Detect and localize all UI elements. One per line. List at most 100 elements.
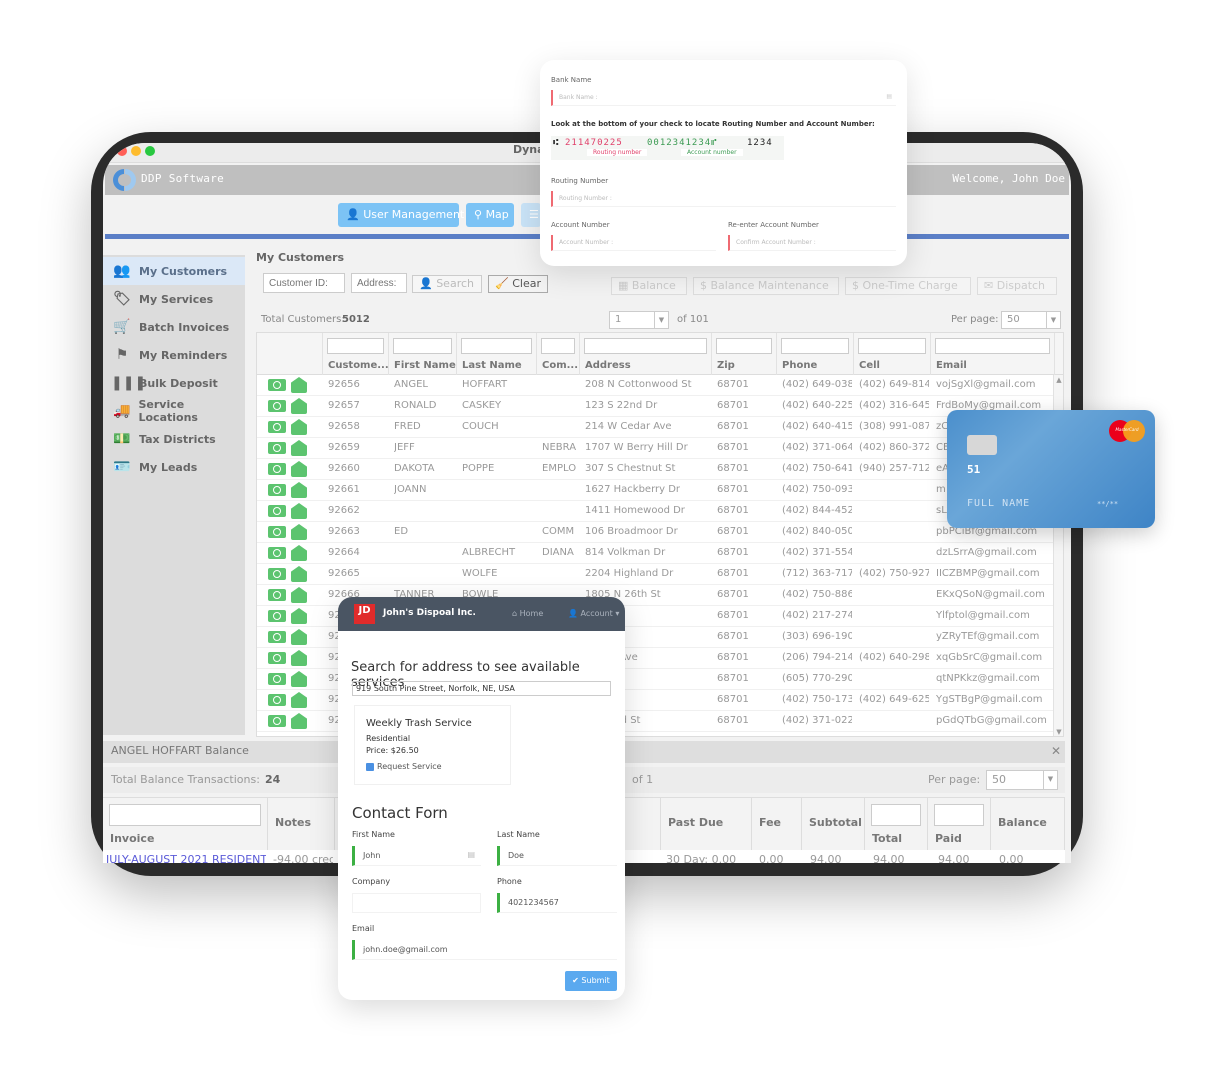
balance-button[interactable]: ▦ Balance: [611, 277, 687, 295]
table-row[interactable]: 92665 WOLFE 2204 Highland Dr 68701 (712) 363…: [257, 564, 1063, 585]
maximize-window-button[interactable]: [145, 146, 155, 156]
envelope-icon[interactable]: [291, 482, 307, 498]
column-filter-input[interactable]: [935, 338, 1050, 354]
email-input[interactable]: john.doe@gmail.com: [352, 940, 617, 960]
user-management-button[interactable]: 👤 User Management: [338, 203, 464, 227]
sidebar-item-my-customers[interactable]: 👥 My Customers: [103, 257, 245, 285]
envelope-icon[interactable]: [291, 650, 307, 666]
column-filter-input[interactable]: [858, 338, 926, 354]
column-filter-input[interactable]: [584, 338, 707, 354]
envelope-icon[interactable]: [291, 671, 307, 687]
page-select[interactable]: 1 ▼: [609, 311, 669, 329]
submit-button[interactable]: ✔ Submit: [565, 971, 617, 991]
column-filter-input[interactable]: [716, 338, 772, 354]
col-label[interactable]: Com...: [542, 360, 578, 371]
sidebar-item-batch-invoices[interactable]: 🛒 Batch Invoices: [103, 313, 245, 341]
money-icon[interactable]: [268, 526, 286, 538]
sidebar-item-tax-districts[interactable]: 💵 Tax Districts: [103, 425, 245, 453]
dispatch-button[interactable]: ✉ Dispatch: [977, 277, 1057, 295]
col-label[interactable]: Custome...: [328, 360, 389, 371]
money-icon[interactable]: [268, 505, 286, 517]
portal-brand[interactable]: John's Dispoal Inc.: [383, 608, 476, 618]
balance-per-page-select[interactable]: 50 ▼: [986, 770, 1058, 790]
envelope-icon[interactable]: [291, 629, 307, 645]
invoice-filter-input[interactable]: [109, 804, 261, 826]
address-input[interactable]: [351, 273, 407, 293]
customer-id-input[interactable]: [263, 273, 345, 293]
table-row[interactable]: 92663 ED COMM 106 Broadmoor Dr 68701 (402) 84…: [257, 522, 1063, 543]
table-row[interactable]: 92662 1411 Homewood Dr 68701 (402) 844-4520…: [257, 501, 1063, 522]
map-button[interactable]: ⚲ Map: [466, 203, 514, 227]
envelope-icon[interactable]: [291, 524, 307, 540]
envelope-icon[interactable]: [291, 608, 307, 624]
request-service-checkbox[interactable]: [366, 763, 374, 771]
envelope-icon[interactable]: [291, 692, 307, 708]
envelope-icon[interactable]: [291, 713, 307, 729]
last-name-input[interactable]: Doe: [497, 846, 617, 866]
money-icon[interactable]: [268, 442, 286, 454]
column-filter-input[interactable]: [541, 338, 575, 354]
table-row[interactable]: 92657 RONALD CASKEY 123 S 22nd Dr 68701 (402)…: [257, 396, 1063, 417]
col-label[interactable]: Address: [585, 360, 631, 371]
money-icon[interactable]: [268, 484, 286, 496]
envelope-icon[interactable]: [291, 398, 307, 414]
table-row[interactable]: 92664 ALBRECHT DIANA 814 Volkman Dr 68701 (40…: [257, 543, 1063, 564]
table-row[interactable]: 92659 JEFF NEBRA 1707 W Berry Hill Dr 68701 (…: [257, 438, 1063, 459]
col-label[interactable]: Cell: [859, 360, 880, 371]
table-row[interactable]: 92658 FRED COUCH 214 W Cedar Ave 68701 (402) …: [257, 417, 1063, 438]
scroll-up-icon[interactable]: ▲: [1054, 375, 1063, 385]
minimize-window-button[interactable]: [131, 146, 141, 156]
money-icon[interactable]: [268, 610, 286, 622]
column-filter-input[interactable]: [327, 338, 384, 354]
sidebar-item-service-locations[interactable]: 🚚 Service Locations: [103, 397, 245, 425]
money-icon[interactable]: [268, 631, 286, 643]
invoice-link[interactable]: JULY-AUGUST 2021 RESIDENTI: [106, 853, 266, 863]
envelope-icon[interactable]: [291, 503, 307, 519]
money-icon[interactable]: [268, 589, 286, 601]
bank-name-input[interactable]: Bank Name : ▤: [551, 90, 896, 106]
sidebar-item-my-reminders[interactable]: ⚑ My Reminders: [103, 341, 245, 369]
column-filter-input[interactable]: [393, 338, 452, 354]
nav-account-dropdown[interactable]: 👤 Account ▾: [568, 609, 619, 618]
money-icon[interactable]: [268, 694, 286, 706]
phone-input[interactable]: 4021234567: [497, 893, 617, 913]
confirm-account-input[interactable]: Confirm Account Number :: [728, 235, 896, 251]
money-icon[interactable]: [268, 715, 286, 727]
envelope-icon[interactable]: [291, 461, 307, 477]
sidebar-item-bulk-deposit[interactable]: ❚❚❚ Bulk Deposit: [103, 369, 245, 397]
col-label[interactable]: Zip: [717, 360, 735, 371]
column-filter-input[interactable]: [781, 338, 849, 354]
address-search-input[interactable]: 919 South Pine Street, Norfolk, NE, USA: [352, 681, 611, 696]
money-icon[interactable]: [268, 547, 286, 559]
envelope-icon[interactable]: [291, 545, 307, 561]
money-icon[interactable]: [268, 673, 286, 685]
scroll-down-icon[interactable]: ▼: [1054, 727, 1063, 736]
table-row[interactable]: 92661 JOANN 1627 Hackberry Dr 68701 (402) 75…: [257, 480, 1063, 501]
one-time-charge-button[interactable]: $ One-Time Charge: [845, 277, 971, 295]
per-page-select[interactable]: 50 ▼: [1001, 311, 1061, 329]
col-label[interactable]: Email: [936, 360, 967, 371]
col-label[interactable]: Last Name: [462, 360, 522, 371]
balance-maintenance-button[interactable]: $ Balance Maintenance: [693, 277, 839, 295]
envelope-icon[interactable]: [291, 566, 307, 582]
col-label[interactable]: Phone: [782, 360, 817, 371]
envelope-icon[interactable]: [291, 377, 307, 393]
table-row[interactable]: 92660 DAKOTA POPPE EMPLO 307 S Chestnut St 68…: [257, 459, 1063, 480]
table-row[interactable]: 92656 ANGEL HOFFART 208 N Cottonwood St 6870…: [257, 375, 1063, 396]
money-icon[interactable]: [268, 463, 286, 475]
money-icon[interactable]: [268, 379, 286, 391]
close-window-button[interactable]: [117, 146, 127, 156]
envelope-icon[interactable]: [291, 419, 307, 435]
money-icon[interactable]: [268, 652, 286, 664]
company-input[interactable]: [352, 893, 481, 913]
column-filter-input[interactable]: [461, 338, 532, 354]
col-label[interactable]: First Name: [394, 360, 456, 371]
first-name-input[interactable]: John ▤: [352, 846, 481, 866]
paid-filter-input[interactable]: [934, 804, 984, 826]
routing-number-input[interactable]: Routing Number :: [551, 191, 896, 207]
sidebar-item-my-leads[interactable]: 🪪 My Leads: [103, 453, 245, 481]
total-filter-input[interactable]: [871, 804, 921, 826]
account-number-input[interactable]: Account Number :: [551, 235, 716, 251]
money-icon[interactable]: [268, 421, 286, 433]
menu-button[interactable]: ☰: [521, 203, 541, 227]
